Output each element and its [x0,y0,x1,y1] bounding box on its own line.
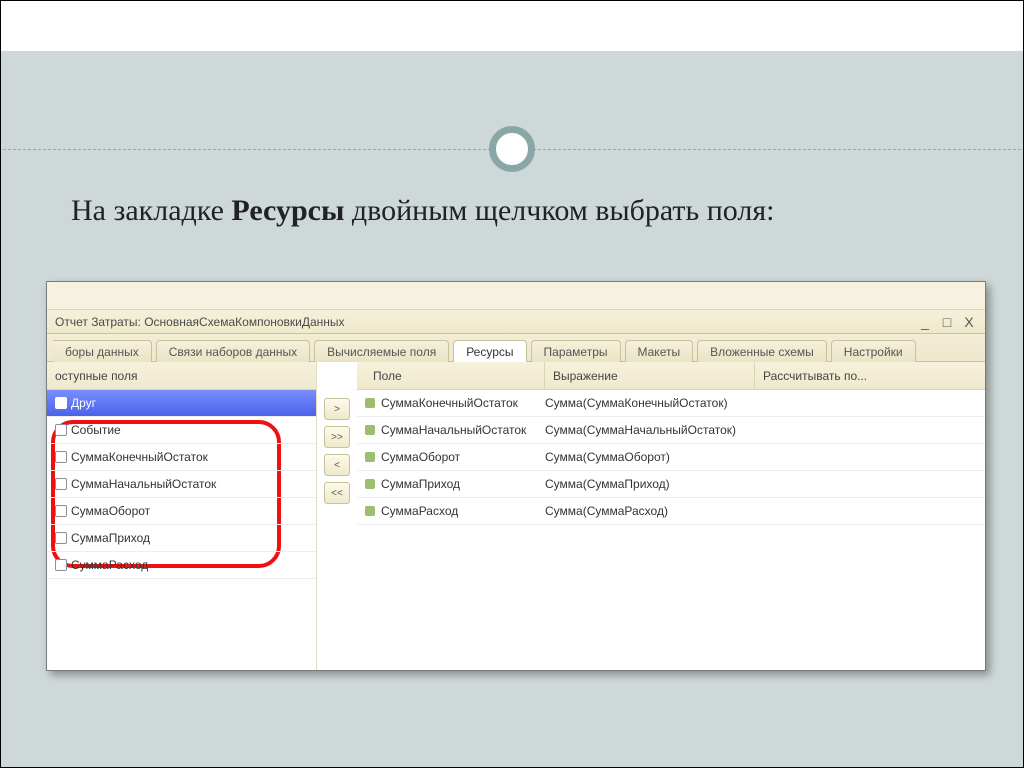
available-field-item[interactable]: Друг [47,390,316,417]
resource-field: СуммаПриход [357,477,537,491]
resource-field: СуммаРасход [357,504,537,518]
available-fields-header: оступные поля [47,362,316,390]
tab-3[interactable]: Ресурсы [453,340,526,362]
tab-0[interactable]: боры данных [53,340,152,362]
resources-pane: Поле Выражение Рассчитывать по... СуммаК… [357,362,985,670]
resource-expr: Сумма(СуммаРасход) [537,504,747,518]
move-left-button[interactable]: < [324,454,350,476]
available-field-item[interactable]: СуммаОборот [47,498,316,525]
available-fields-pane: оступные поля ДругСобытиеСуммаКонечныйОс… [47,362,317,670]
headline-post: двойным щелчком выбрать поля: [344,194,774,227]
resource-expr: Сумма(СуммаПриход) [537,477,747,491]
tab-1[interactable]: Связи наборов данных [156,340,310,362]
resource-row[interactable]: СуммаОборотСумма(СуммаОборот) [357,444,985,471]
move-right-all-button[interactable]: >> [324,426,350,448]
resource-row[interactable]: СуммаНачальныйОстатокСумма(СуммаНачальны… [357,417,985,444]
mover-buttons: > >> < << [317,362,357,670]
resource-row[interactable]: СуммаПриходСумма(СуммаПриход) [357,471,985,498]
minimize-button[interactable]: _ [917,310,933,334]
resource-row[interactable]: СуммаРасходСумма(СуммаРасход) [357,498,985,525]
move-left-all-button[interactable]: << [324,482,350,504]
content-body: оступные поля ДругСобытиеСуммаКонечныйОс… [47,362,985,670]
window-buttons: _ □ X [917,310,977,334]
col-header-field[interactable]: Поле [365,362,545,389]
tab-7[interactable]: Настройки [831,340,916,362]
window-chrome-strip [47,282,985,310]
decorative-ring-icon [489,126,535,172]
tab-4[interactable]: Параметры [531,340,621,362]
col-header-calc[interactable]: Рассчитывать по... [755,362,977,389]
col-header-expr[interactable]: Выражение [545,362,755,389]
slide: На закладке Ресурсы двойным щелчком выбр… [0,0,1024,768]
maximize-button[interactable]: □ [939,310,955,334]
headline: На закладке Ресурсы двойным щелчком выбр… [71,191,953,232]
tab-6[interactable]: Вложенные схемы [697,340,827,362]
resources-list[interactable]: СуммаКонечныйОстатокСумма(СуммаКонечныйО… [357,390,985,525]
window-titlebar: Отчет Затраты: ОсновнаяСхемаКомпоновкиДа… [47,310,985,334]
close-button[interactable]: X [961,310,977,334]
tab-2[interactable]: Вычисляемые поля [314,340,449,362]
resource-field: СуммаНачальныйОстаток [357,423,537,437]
screenshot-window: Отчет Затраты: ОсновнаяСхемаКомпоновкиДа… [46,281,986,671]
window-title: Отчет Затраты: ОсновнаяСхемаКомпоновкиДа… [55,310,345,334]
available-field-item[interactable]: СуммаРасход [47,552,316,579]
move-right-button[interactable]: > [324,398,350,420]
headline-bold: Ресурсы [231,194,344,227]
resource-row[interactable]: СуммаКонечныйОстатокСумма(СуммаКонечныйО… [357,390,985,417]
resource-expr: Сумма(СуммаОборот) [537,450,747,464]
resource-field: СуммаКонечныйОстаток [357,396,537,410]
resource-expr: Сумма(СуммаКонечныйОстаток) [537,396,747,410]
available-fields-list[interactable]: ДругСобытиеСуммаКонечныйОстатокСуммаНача… [47,390,316,670]
slide-top-whitebar [1,1,1023,51]
tab-strip: боры данныхСвязи наборов данныхВычисляем… [47,334,985,362]
resource-expr: Сумма(СуммаНачальныйОстаток) [537,423,747,437]
resource-field: СуммаОборот [357,450,537,464]
tab-5[interactable]: Макеты [625,340,694,362]
available-field-item[interactable]: СуммаНачальныйОстаток [47,471,316,498]
resources-header: Поле Выражение Рассчитывать по... [357,362,985,390]
available-field-item[interactable]: СуммаПриход [47,525,316,552]
available-field-item[interactable]: Событие [47,417,316,444]
headline-pre: На закладке [71,194,231,227]
available-field-item[interactable]: СуммаКонечныйОстаток [47,444,316,471]
